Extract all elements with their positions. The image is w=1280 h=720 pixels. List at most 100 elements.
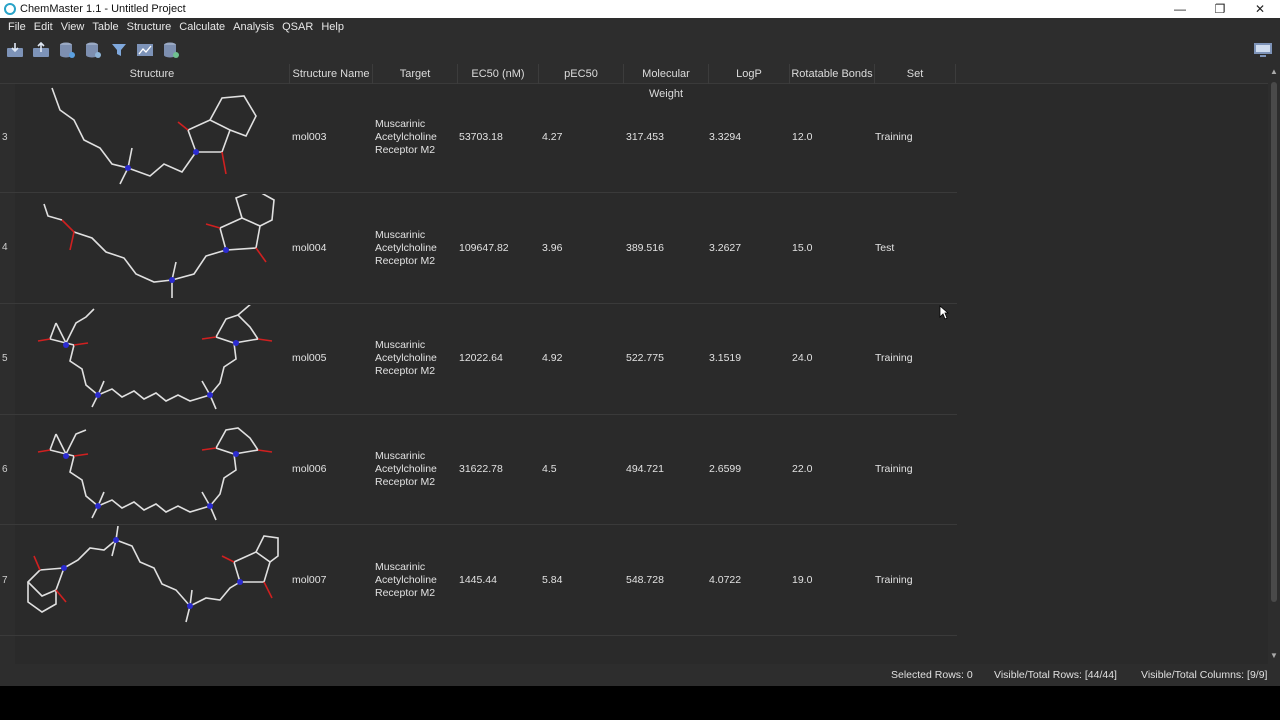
menu-edit[interactable]: Edit <box>30 18 57 36</box>
structure-image <box>51 87 257 185</box>
molecular-weight-cell[interactable]: 548.728 <box>626 574 664 587</box>
import-icon <box>7 43 23 57</box>
column-header-rotatable-bonds[interactable]: Rotatable Bonds <box>790 64 874 84</box>
menu-qsar[interactable]: QSAR <box>278 18 317 36</box>
logp-cell[interactable]: 3.1519 <box>709 352 741 365</box>
structure-name-cell[interactable]: mol003 <box>292 131 326 144</box>
menu-calculate[interactable]: Calculate <box>175 18 229 36</box>
database-add-button[interactable] <box>56 39 78 61</box>
molecular-weight-cell[interactable]: 494.721 <box>626 463 664 476</box>
menu-file[interactable]: File <box>4 18 30 36</box>
set-cell[interactable]: Test <box>875 242 894 255</box>
pec50-cell[interactable]: 5.84 <box>542 574 562 587</box>
target-cell[interactable]: Muscarinic Acetylcholine Receptor M2 <box>375 450 437 489</box>
row-divider <box>0 414 957 415</box>
chart-button[interactable] <box>134 39 156 61</box>
ec50-cell[interactable]: 12022.64 <box>459 352 503 365</box>
ec50-cell[interactable]: 1445.44 <box>459 574 497 587</box>
target-cell[interactable]: Muscarinic Acetylcholine Receptor M2 <box>375 561 437 600</box>
target-cell[interactable]: Muscarinic Acetylcholine Receptor M2 <box>375 229 437 268</box>
minimize-button[interactable]: — <box>1160 0 1200 18</box>
scrollbar-thumb[interactable] <box>1271 82 1277 602</box>
restore-icon: ❐ <box>1214 2 1226 16</box>
pec50-cell[interactable]: 4.27 <box>542 131 562 144</box>
scroll-down-icon[interactable]: ▼ <box>1268 650 1280 662</box>
pec50-cell[interactable]: 4.92 <box>542 352 562 365</box>
export-button[interactable] <box>30 39 52 61</box>
import-button[interactable] <box>4 39 26 61</box>
molecular-weight-cell[interactable]: 389.516 <box>626 242 664 255</box>
logp-cell[interactable]: 4.0722 <box>709 574 741 587</box>
visible-rows-status: Visible/Total Rows: [44/44] <box>994 669 1117 681</box>
structure-name-cell[interactable]: mol005 <box>292 352 326 365</box>
row-number[interactable]: 4 <box>2 242 8 253</box>
column-header-set[interactable]: Set <box>875 64 955 84</box>
menu-help[interactable]: Help <box>317 18 348 36</box>
close-icon: ✕ <box>1254 2 1266 16</box>
target-cell[interactable]: Muscarinic Acetylcholine Receptor M2 <box>375 339 437 378</box>
column-divider[interactable] <box>955 64 956 84</box>
column-header-logp[interactable]: LogP <box>709 64 789 84</box>
rotatable-bonds-cell[interactable]: 24.0 <box>792 352 812 365</box>
column-header-molecular-weight[interactable]: Molecular Weight <box>624 64 708 100</box>
set-cell[interactable]: Training <box>875 463 913 476</box>
ec50-cell[interactable]: 31622.78 <box>459 463 503 476</box>
logp-cell[interactable]: 2.6599 <box>709 463 741 476</box>
row-number[interactable]: 5 <box>2 353 8 364</box>
structure-image <box>37 427 273 521</box>
row-number[interactable]: 7 <box>2 575 8 586</box>
column-header-structure-name[interactable]: Structure Name <box>290 64 372 84</box>
structure-name-cell[interactable]: mol004 <box>292 242 326 255</box>
column-header-structure[interactable]: Structure <box>16 64 288 84</box>
set-cell[interactable]: Training <box>875 574 913 587</box>
maximize-button[interactable]: ❐ <box>1200 0 1240 18</box>
panel-toggle-button[interactable] <box>1252 39 1274 61</box>
logp-cell[interactable]: 3.3294 <box>709 131 741 144</box>
menu-table[interactable]: Table <box>88 18 122 36</box>
ec50-cell[interactable]: 109647.82 <box>459 242 509 255</box>
menu-analysis[interactable]: Analysis <box>229 18 278 36</box>
molecular-weight-cell[interactable]: 317.453 <box>626 131 664 144</box>
database-icon <box>60 42 75 58</box>
rotatable-bonds-cell[interactable]: 12.0 <box>792 131 812 144</box>
database-settings-button[interactable] <box>160 39 182 61</box>
toolbar <box>0 36 1280 64</box>
title-bar: ChemMaster 1.1 - Untitled Project — ❐ ✕ <box>0 0 1280 18</box>
database-view-button[interactable] <box>82 39 104 61</box>
minimize-icon: — <box>1174 2 1186 16</box>
window-title: ChemMaster 1.1 - Untitled Project <box>20 3 186 15</box>
column-header-target[interactable]: Target <box>373 64 457 84</box>
rotatable-bonds-cell[interactable]: 15.0 <box>792 242 812 255</box>
close-button[interactable]: ✕ <box>1240 0 1280 18</box>
rotatable-bonds-cell[interactable]: 22.0 <box>792 463 812 476</box>
row-number[interactable]: 6 <box>2 464 8 475</box>
structure-name-cell[interactable]: mol006 <box>292 463 326 476</box>
scroll-up-icon[interactable]: ▲ <box>1268 66 1280 78</box>
molecular-weight-cell[interactable]: 522.775 <box>626 352 664 365</box>
set-cell[interactable]: Training <box>875 131 913 144</box>
column-header-pec50[interactable]: pEC50 <box>539 64 623 84</box>
database-icon <box>164 42 179 58</box>
pec50-cell[interactable]: 3.96 <box>542 242 562 255</box>
logp-cell[interactable]: 3.2627 <box>709 242 741 255</box>
selected-rows-status: Selected Rows: 0 <box>891 669 973 681</box>
structure-name-cell[interactable]: mol007 <box>292 574 326 587</box>
menu-bar: File Edit View Table Structure Calculate… <box>0 18 1280 36</box>
row-divider <box>0 524 957 525</box>
filter-icon <box>112 44 126 56</box>
row-number[interactable]: 3 <box>2 132 8 143</box>
ec50-cell[interactable]: 53703.18 <box>459 131 503 144</box>
pec50-cell[interactable]: 4.5 <box>542 463 557 476</box>
column-header-ec50[interactable]: EC50 (nM) <box>458 64 538 84</box>
filter-button[interactable] <box>108 39 130 61</box>
menu-structure[interactable]: Structure <box>123 18 176 36</box>
database-icon <box>86 42 101 58</box>
rotatable-bonds-cell[interactable]: 19.0 <box>792 574 812 587</box>
menu-view[interactable]: View <box>57 18 89 36</box>
target-cell[interactable]: Muscarinic Acetylcholine Receptor M2 <box>375 118 437 157</box>
status-bar: Selected Rows: 0 Visible/Total Rows: [44… <box>0 664 1280 686</box>
set-cell[interactable]: Training <box>875 352 913 365</box>
data-table: Structure Structure Name Target EC50 (nM… <box>0 64 1280 664</box>
monitor-icon <box>1254 43 1272 57</box>
vertical-scrollbar[interactable]: ▲ ▼ <box>1268 64 1280 664</box>
